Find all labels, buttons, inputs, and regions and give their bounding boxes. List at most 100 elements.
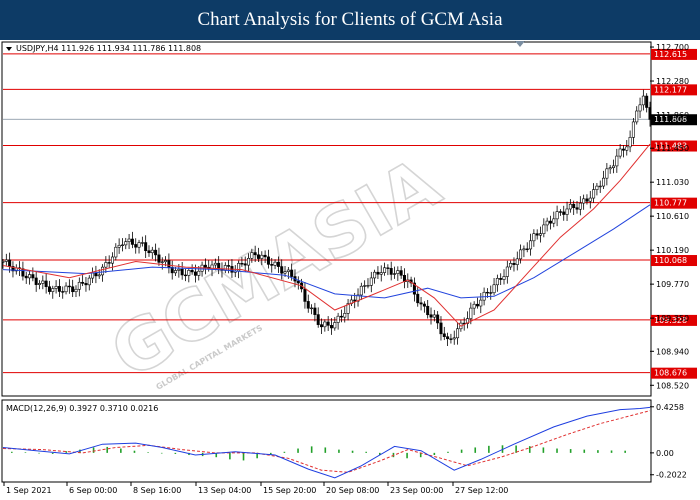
candle-body xyxy=(313,307,317,315)
candle-body xyxy=(479,299,483,307)
macd-histogram-bar xyxy=(624,450,626,453)
candle-body xyxy=(336,315,340,323)
candle-body xyxy=(167,260,171,268)
candle-body xyxy=(592,189,596,199)
macd-histogram-bar xyxy=(597,450,599,453)
candle-body xyxy=(509,263,513,268)
candle-body xyxy=(110,256,114,264)
candle-body xyxy=(645,95,649,108)
candle-body xyxy=(193,271,197,276)
macd-histogram-bar xyxy=(310,446,313,453)
x-tick-label: 1 Sep 2021 xyxy=(6,486,52,495)
candle-body xyxy=(429,314,433,318)
candle-body xyxy=(174,270,178,274)
candle-body xyxy=(539,233,543,236)
candle-body xyxy=(608,167,612,170)
candle-body xyxy=(74,288,78,293)
candle-body xyxy=(439,322,443,335)
candle-body xyxy=(286,269,290,272)
macd-histogram-bar xyxy=(106,446,109,453)
candle-body xyxy=(363,285,367,287)
y-tick-label: 111.450 xyxy=(656,144,689,153)
candle-body xyxy=(190,270,194,273)
candle-body xyxy=(140,242,144,244)
candle-body xyxy=(436,314,440,324)
candle-body xyxy=(522,248,526,251)
candle-body xyxy=(572,203,576,208)
candle-body xyxy=(631,121,635,138)
macd-histogram-bar xyxy=(406,452,408,459)
candle-body xyxy=(303,288,307,302)
candle-body xyxy=(247,257,251,266)
macd-histogram-bar xyxy=(92,447,95,453)
candle-body xyxy=(485,291,489,294)
y-tick-label: 111.860 xyxy=(656,111,689,120)
candle-body xyxy=(588,197,592,202)
macd-histogram-bar xyxy=(338,449,340,453)
candle-body xyxy=(316,314,320,325)
y-tick-label: 109.770 xyxy=(656,280,689,289)
candle-body xyxy=(641,95,645,106)
candle-body xyxy=(492,284,496,294)
candle-body xyxy=(386,267,390,269)
candle-body xyxy=(343,313,347,318)
candle-body xyxy=(256,254,260,259)
candle-body xyxy=(243,263,247,266)
candle-body xyxy=(552,218,556,224)
chart-area[interactable]: USDJPY,H4 111.926 111.934 111.786 111.80… xyxy=(0,40,700,500)
candle-body xyxy=(47,286,51,292)
candle-body xyxy=(605,168,609,179)
macd-histogram-bar xyxy=(447,451,449,453)
y-tick-label: 110.190 xyxy=(656,246,689,255)
macd-histogram-bar xyxy=(133,450,136,453)
candle-body xyxy=(213,262,217,266)
candle-body xyxy=(456,328,460,339)
macd-histogram-bar xyxy=(460,449,463,453)
candle-body xyxy=(469,307,473,319)
macd-histogram-bar xyxy=(38,452,40,454)
candle-body xyxy=(154,249,158,256)
candle-body xyxy=(101,266,105,276)
macd-histogram-bar xyxy=(297,448,299,453)
candle-body xyxy=(472,303,476,309)
candle-body xyxy=(64,285,68,293)
candle-body xyxy=(446,336,450,340)
candle-body xyxy=(31,274,35,279)
candle-body xyxy=(578,202,582,210)
macd-histogram-bar xyxy=(488,445,490,453)
candle-body xyxy=(94,272,98,277)
candle-body xyxy=(638,104,642,112)
candle-body xyxy=(283,271,287,274)
candle-body xyxy=(157,254,161,263)
candle-body xyxy=(452,337,456,340)
candle-body xyxy=(180,268,184,276)
candle-body xyxy=(134,244,138,248)
candle-body xyxy=(585,198,589,202)
level-label: 108.676 xyxy=(654,369,687,378)
candle-body xyxy=(426,305,430,316)
candle-body xyxy=(393,273,397,275)
candle-body xyxy=(270,264,274,266)
macd-histogram-bar xyxy=(51,452,54,454)
candle-body xyxy=(203,264,207,268)
candle-body xyxy=(147,250,151,254)
candle-body xyxy=(568,203,572,210)
candle-body xyxy=(273,261,277,266)
candle-body xyxy=(615,155,619,167)
candle-body xyxy=(475,303,479,307)
candle-body xyxy=(81,281,85,284)
candle-body xyxy=(107,262,111,264)
candle-body xyxy=(310,307,314,310)
candle-body xyxy=(61,291,65,293)
candle-body xyxy=(595,185,599,190)
candle-body xyxy=(598,185,602,188)
x-tick-label: 27 Sep 12:00 xyxy=(455,486,508,495)
candle-body xyxy=(416,293,420,304)
candle-body xyxy=(489,292,493,294)
macd-histogram-bar xyxy=(556,448,558,453)
candle-body xyxy=(449,338,453,340)
candle-body xyxy=(602,177,606,187)
candle-body xyxy=(635,110,639,123)
level-label: 112.177 xyxy=(654,85,687,94)
candle-body xyxy=(276,261,280,267)
